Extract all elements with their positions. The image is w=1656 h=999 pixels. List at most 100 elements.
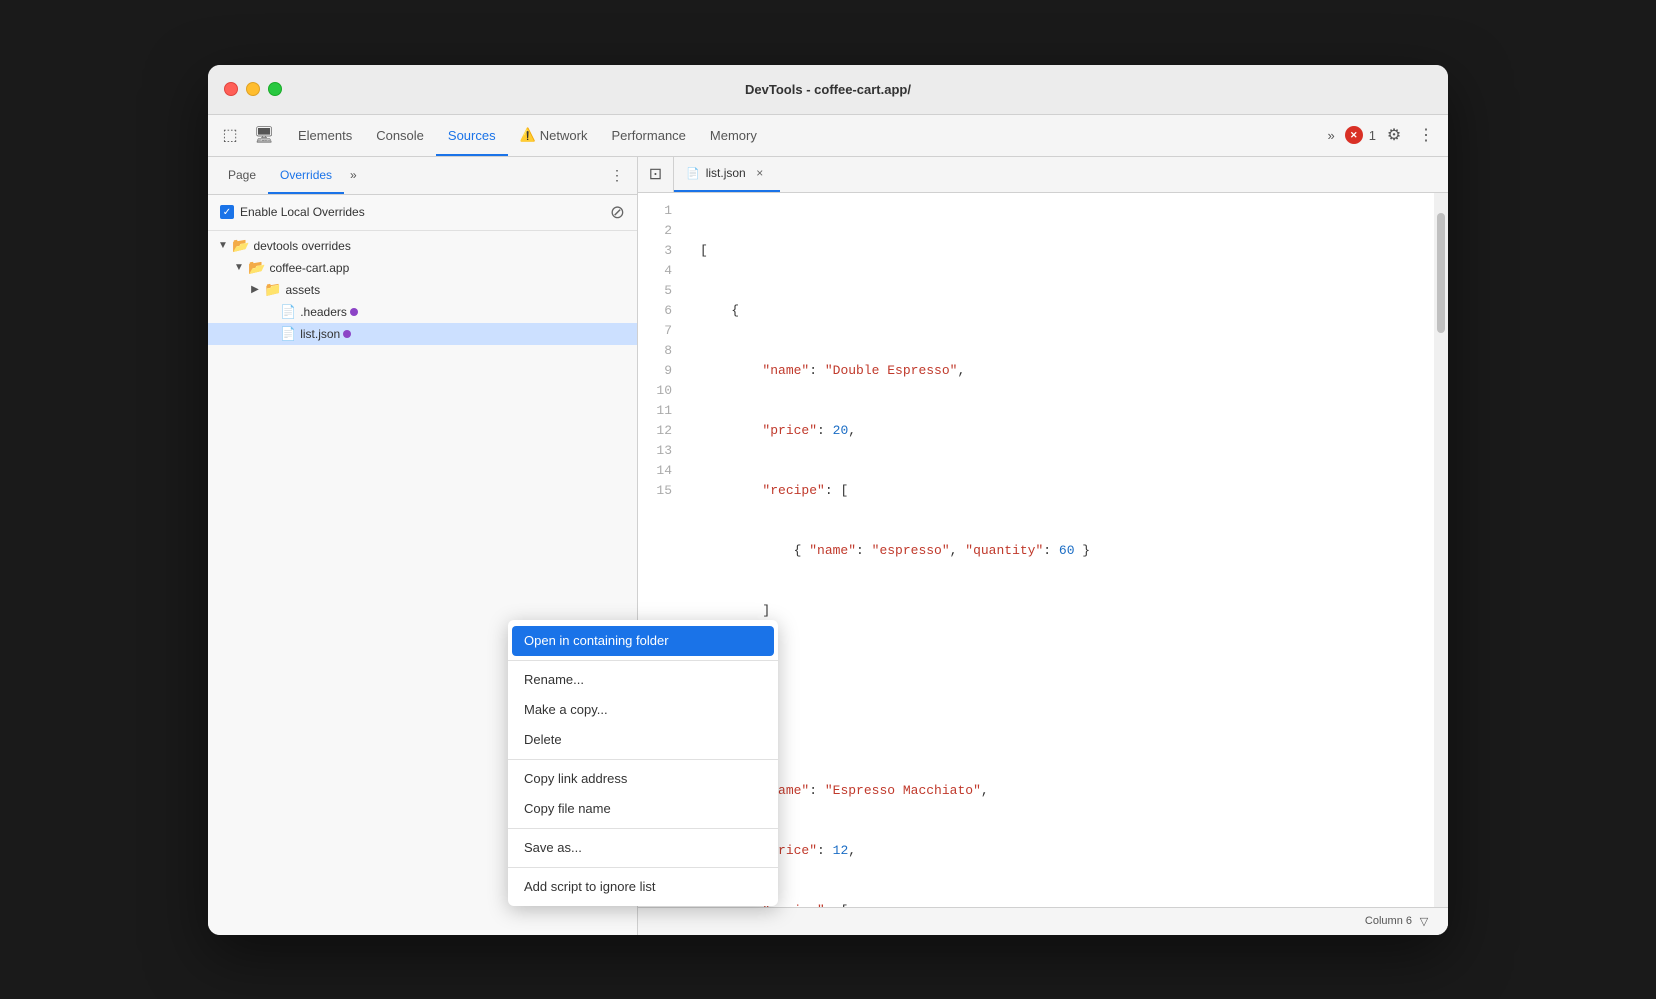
context-delete[interactable]: Delete (508, 725, 778, 755)
line-num-5: 5 (638, 281, 680, 301)
clear-overrides-icon[interactable]: ⊘ (610, 202, 625, 223)
line-num-9: 9 (638, 361, 680, 381)
tab-sources[interactable]: Sources (436, 114, 508, 156)
line-num-1: 1 (638, 201, 680, 221)
status-info-icon[interactable]: ▽ (1412, 909, 1436, 933)
maximize-button[interactable] (268, 82, 282, 96)
line-num-14: 14 (638, 461, 680, 481)
folder-open-icon: 📂 (232, 237, 249, 254)
network-warning-icon: ⚠️ (520, 127, 536, 143)
code-line-8: }, (700, 661, 1422, 681)
tab-close-icon[interactable]: × (752, 165, 768, 181)
code-line-3: "name": "Double Espresso", (700, 361, 1422, 381)
tab-performance[interactable]: Performance (599, 114, 697, 156)
tab-memory[interactable]: Memory (698, 114, 769, 156)
editor-scrollbar[interactable] (1434, 193, 1448, 907)
context-copy-name[interactable]: Copy file name (508, 794, 778, 824)
line-num-6: 6 (638, 301, 680, 321)
file-list-json-icon: 📄 (280, 326, 296, 342)
scrollbar-thumb[interactable] (1437, 213, 1445, 333)
code-line-6: { "name": "espresso", "quantity": 60 } (700, 541, 1422, 561)
device-toggle-icon[interactable]: 🖥 (250, 121, 278, 149)
status-bar: Column 6 ▽ (638, 907, 1448, 935)
tab-elements[interactable]: Elements (286, 114, 364, 156)
code-line-11: "price": 12, (700, 841, 1422, 861)
line-num-8: 8 (638, 341, 680, 361)
line-num-7: 7 (638, 321, 680, 341)
context-save-as[interactable]: Save as... (508, 833, 778, 863)
tab-bar: ⬚ 🖥 Elements Console Sources ⚠️ Network … (208, 115, 1448, 157)
more-options-icon[interactable]: ⋮ (1412, 121, 1440, 149)
line-num-15: 15 (638, 481, 680, 501)
context-divider-4 (508, 867, 778, 868)
context-divider-2 (508, 759, 778, 760)
main-area: Page Overrides » ⋮ ✓ Enable Local Overri… (208, 157, 1448, 935)
overrides-header: ✓ Enable Local Overrides ⊘ (208, 195, 637, 231)
code-line-9: { (700, 721, 1422, 741)
context-menu: Open in containing folder Rename... Make… (508, 620, 778, 906)
tree-arrow-coffee-cart: ▼ (232, 261, 246, 275)
file-icon-tab: 📄 (686, 167, 700, 180)
tab-page[interactable]: Page (216, 157, 268, 195)
close-button[interactable] (224, 82, 238, 96)
line-num-12: 12 (638, 421, 680, 441)
enable-overrides-label[interactable]: ✓ Enable Local Overrides (220, 205, 365, 219)
window-title: DevTools - coffee-cart.app/ (745, 82, 911, 97)
devtools-toolbar-icons: ⬚ 🖥 (216, 121, 278, 149)
context-copy[interactable]: Make a copy... (508, 695, 778, 725)
line-num-10: 10 (638, 381, 680, 401)
editor-panel-toggle[interactable]: ⊡ (638, 157, 674, 192)
context-divider-3 (508, 828, 778, 829)
code-line-7: ] (700, 601, 1422, 621)
line-num-13: 13 (638, 441, 680, 461)
override-dot-list-json (343, 330, 351, 338)
settings-icon[interactable]: ⚙ (1380, 121, 1408, 149)
line-num-4: 4 (638, 261, 680, 281)
traffic-lights (224, 82, 282, 96)
panel-tabs: Page Overrides » ⋮ (208, 157, 637, 195)
editor-tab-list-json[interactable]: 📄 list.json × (674, 157, 780, 192)
tree-item-coffee-cart[interactable]: ▼ 📂 coffee-cart.app (208, 257, 637, 279)
status-column: Column 6 (1365, 915, 1412, 927)
folder-open-coffee-icon: 📂 (248, 259, 265, 276)
folder-assets-icon: 📁 (264, 281, 281, 298)
tab-console[interactable]: Console (364, 114, 436, 156)
line-num-3: 3 (638, 241, 680, 261)
tab-network[interactable]: ⚠️ Network (508, 114, 600, 156)
context-rename[interactable]: Rename... (508, 665, 778, 695)
tree-arrow-assets: ▶ (248, 283, 262, 297)
context-ignore[interactable]: Add script to ignore list (508, 872, 778, 902)
tab-overrides[interactable]: Overrides (268, 157, 344, 195)
line-num-11: 11 (638, 401, 680, 421)
code-line-4: "price": 20, (700, 421, 1422, 441)
error-count-badge: ✕ (1345, 126, 1363, 144)
tree-item-assets[interactable]: ▶ 📁 assets (208, 279, 637, 301)
code-line-10: "name": "Espresso Macchiato", (700, 781, 1422, 801)
title-bar: DevTools - coffee-cart.app/ (208, 65, 1448, 115)
panel-more-actions-icon[interactable]: ⋮ (605, 163, 629, 187)
editor-tabs: ⊡ 📄 list.json × (638, 157, 1448, 193)
context-copy-link[interactable]: Copy link address (508, 764, 778, 794)
tab-bar-right: » ✕ 1 ⚙ ⋮ (1322, 121, 1440, 149)
panel-tabs-more[interactable]: » (344, 168, 363, 182)
line-num-2: 2 (638, 221, 680, 241)
context-divider-1 (508, 660, 778, 661)
code-line-1: [ (700, 241, 1422, 261)
tree-item-headers[interactable]: ▶ 📄 .headers (208, 301, 637, 323)
minimize-button[interactable] (246, 82, 260, 96)
panel-tab-actions: ⋮ (605, 163, 629, 187)
code-line-5: "recipe": [ (700, 481, 1422, 501)
devtools-window: DevTools - coffee-cart.app/ ⬚ 🖥 Elements… (208, 65, 1448, 935)
inspect-element-icon[interactable]: ⬚ (216, 121, 244, 149)
override-dot-headers (350, 308, 358, 316)
tree-item-list-json[interactable]: ▶ 📄 list.json (208, 323, 637, 345)
error-count-label: 1 (1369, 128, 1376, 143)
enable-overrides-checkbox[interactable]: ✓ (220, 205, 234, 219)
tree-arrow-devtools-overrides: ▼ (216, 239, 230, 253)
code-content[interactable]: [ { "name": "Double Espresso", "price": … (688, 193, 1434, 907)
context-open-folder[interactable]: Open in containing folder (512, 626, 774, 656)
file-headers-icon: 📄 (280, 304, 296, 320)
more-tabs-button[interactable]: » (1322, 128, 1341, 143)
code-line-2: { (700, 301, 1422, 321)
tree-item-devtools-overrides[interactable]: ▼ 📂 devtools overrides (208, 235, 637, 257)
